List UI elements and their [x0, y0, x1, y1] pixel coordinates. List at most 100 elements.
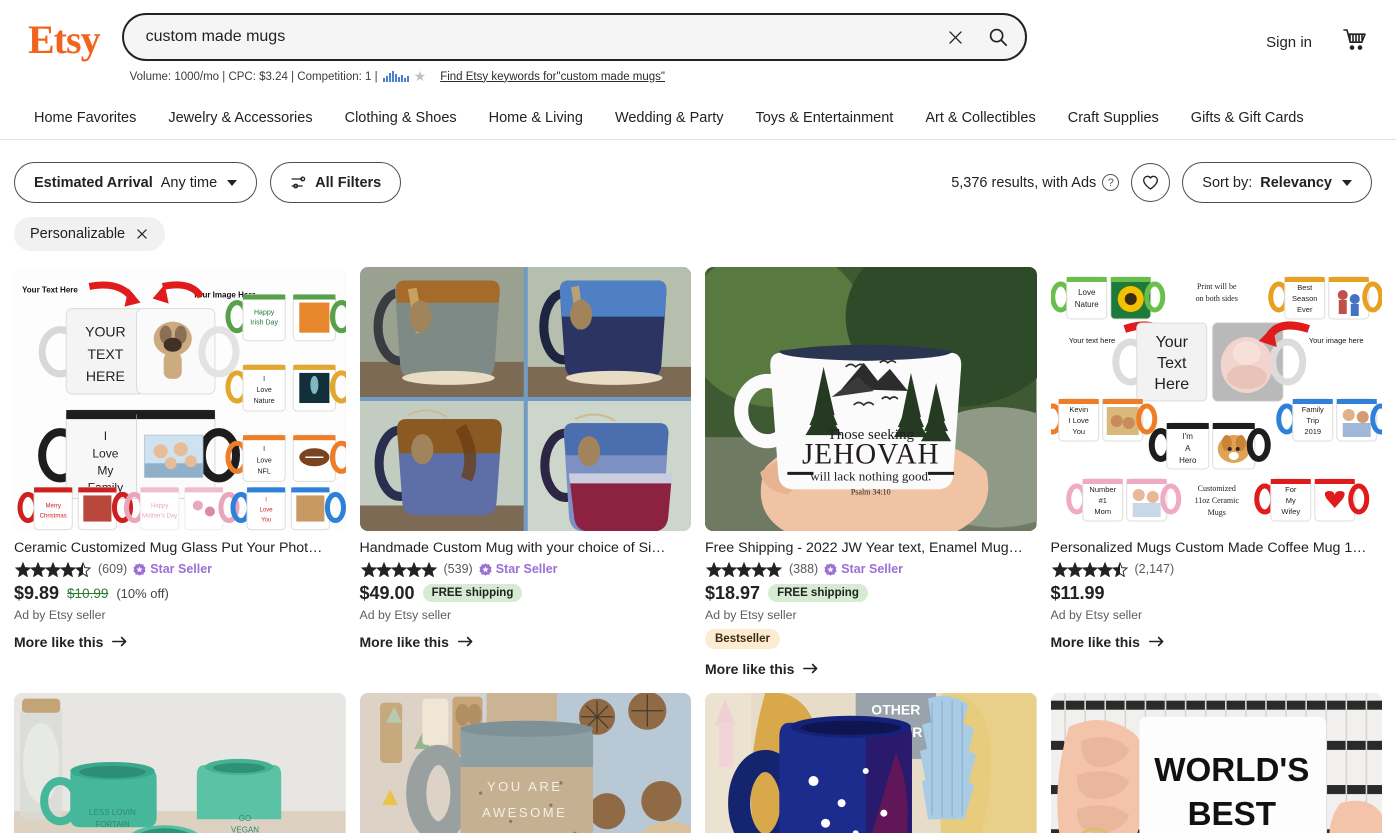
- nav-item-wedding-party[interactable]: Wedding & Party: [599, 102, 740, 134]
- star-seller-rosette-icon: [133, 563, 146, 576]
- filter-chip-personalizable[interactable]: Personalizable: [14, 217, 166, 251]
- product-image-jehovah-enamel-mug-in-hand[interactable]: Those seeking JEHOVAH will lack nothing …: [705, 267, 1037, 531]
- product-price-row: $11.99: [1051, 583, 1383, 604]
- more-like-this-link[interactable]: More like this: [360, 634, 474, 650]
- chevron-down-icon: [227, 179, 238, 186]
- chevron-down-icon: [1342, 179, 1352, 186]
- svg-text:WORLD'S: WORLD'S: [1154, 752, 1309, 789]
- product-image-worlds-best-mug[interactable]: WORLD'S BEST: [1050, 692, 1382, 833]
- nav-item-home-favorites[interactable]: Home Favorites: [18, 102, 152, 134]
- product-card[interactable]: Love Nature Print will be on both sides …: [1050, 267, 1383, 679]
- more-like-this-link[interactable]: More like this: [14, 634, 128, 650]
- product-title[interactable]: Personalized Mugs Custom Made Coffee Mug…: [1051, 540, 1383, 558]
- svg-text:Mugs: Mugs: [1207, 508, 1225, 517]
- svg-text:Wifey: Wifey: [1281, 507, 1300, 516]
- svg-text:I Love: I Love: [1068, 416, 1088, 425]
- product-card[interactable]: LESS LOVIN FORTAIN GO VEGAN: [14, 692, 346, 833]
- product-image-green-ceramic-mugs[interactable]: LESS LOVIN FORTAIN GO VEGAN: [14, 692, 346, 833]
- nav-item-craft-supplies[interactable]: Craft Supplies: [1052, 102, 1175, 134]
- product-title[interactable]: Handmade Custom Mug with your choice of …: [360, 540, 692, 558]
- more-like-this-link[interactable]: More like this: [1051, 634, 1165, 650]
- svg-text:Ever: Ever: [1297, 305, 1313, 314]
- svg-text:Irish Day: Irish Day: [250, 320, 278, 327]
- sort-by-label: Sort by:: [1202, 174, 1253, 191]
- etsy-logo[interactable]: Etsy: [28, 20, 101, 60]
- svg-text:2019: 2019: [1304, 427, 1321, 436]
- bestseller-badge: Bestseller: [705, 628, 780, 649]
- svg-text:YOUR: YOUR: [85, 324, 126, 340]
- filter-bar: Estimated Arrival Any time All Filters 5…: [0, 140, 1396, 203]
- search-input[interactable]: [145, 28, 935, 46]
- product-card[interactable]: YOU ARE AWESOME: [359, 692, 691, 833]
- svg-text:BEST: BEST: [1187, 796, 1275, 833]
- nav-item-gifts-gift-cards[interactable]: Gifts & Gift Cards: [1175, 102, 1320, 134]
- find-etsy-keywords-link[interactable]: Find Etsy keywords for"custom made mugs": [440, 71, 665, 83]
- product-rating: (609) Star Seller: [14, 561, 346, 577]
- svg-text:GO: GO: [239, 814, 251, 823]
- more-like-this-label: More like this: [14, 633, 104, 650]
- star-seller-badge: Star Seller: [133, 562, 212, 576]
- sliders-icon: [291, 176, 306, 189]
- sign-in-link[interactable]: Sign in: [1266, 34, 1312, 51]
- estimated-arrival-label: Estimated Arrival: [34, 174, 153, 191]
- filter-chip-label: Personalizable: [30, 226, 126, 242]
- svg-text:Psalm 34:10: Psalm 34:10: [851, 487, 891, 496]
- all-filters-button[interactable]: All Filters: [270, 162, 402, 203]
- save-search-button[interactable]: [1131, 163, 1171, 202]
- results-grid-row-1: Your Text Here YOUR TEXT HERE Your Image…: [0, 251, 1396, 679]
- star-seller-label: Star Seller: [841, 562, 904, 577]
- review-count: (609): [98, 562, 128, 577]
- svg-text:Love: Love: [257, 457, 272, 464]
- product-rating: (388) Star Seller: [705, 561, 1037, 577]
- cart-button[interactable]: [1342, 28, 1368, 57]
- product-card[interactable]: OTHER RE FOR: [705, 692, 1037, 833]
- product-card[interactable]: WORLD'S BEST: [1050, 692, 1382, 833]
- product-image-pottery-mug-quad-grid[interactable]: [359, 267, 691, 531]
- product-price: $11.99: [1050, 582, 1105, 603]
- results-count: 5,376 results, with Ads: [951, 174, 1097, 191]
- keyword-tool-bar: Volume: 1000/mo | CPC: $3.24 | Competiti…: [130, 68, 1027, 85]
- sort-by-dropdown[interactable]: Sort by: Relevancy: [1182, 162, 1372, 203]
- product-image-personalized-mug-collage[interactable]: Your Text Here YOUR TEXT HERE Your Image…: [14, 267, 346, 531]
- estimated-arrival-filter[interactable]: Estimated Arrival Any time: [14, 162, 258, 203]
- question-mark-icon[interactable]: ?: [1102, 174, 1120, 191]
- review-count: (539): [443, 562, 473, 577]
- nav-item-art-collectibles[interactable]: Art & Collectibles: [909, 102, 1051, 134]
- product-price: $49.00: [359, 582, 415, 603]
- more-like-this-label: More like this: [359, 633, 449, 650]
- star-seller-rosette-icon: [479, 563, 492, 576]
- svg-text:Love: Love: [257, 387, 272, 394]
- product-card[interactable]: Handmade Custom Mug with your choice of …: [359, 267, 692, 679]
- clear-search-button[interactable]: [935, 16, 977, 58]
- product-image-cobalt-blue-mug-tassels[interactable]: OTHER RE FOR: [705, 692, 1037, 833]
- arrow-right-icon: [1148, 636, 1164, 647]
- svg-text:My: My: [1285, 496, 1295, 505]
- estimated-arrival-value: Any time: [160, 174, 218, 191]
- svg-text:TEXT: TEXT: [87, 346, 123, 362]
- svg-text:LESS LOVIN: LESS LOVIN: [89, 808, 136, 817]
- svg-text:Your Text Here: Your Text Here: [22, 286, 78, 295]
- product-title[interactable]: Ceramic Customized Mug Glass Put Your Ph…: [14, 540, 346, 558]
- svg-text:Best: Best: [1297, 283, 1313, 292]
- star-rating-icon: [14, 561, 92, 577]
- product-card[interactable]: Those seeking JEHOVAH will lack nothing …: [705, 267, 1037, 679]
- svg-text:You: You: [1072, 427, 1085, 436]
- svg-text:I'm: I'm: [1182, 432, 1193, 441]
- search-submit-button[interactable]: [977, 16, 1019, 58]
- keyword-favorite-star-icon[interactable]: ★: [414, 68, 427, 85]
- product-image-custom-mug-collage-grid[interactable]: Love Nature Print will be on both sides …: [1050, 267, 1382, 531]
- site-header: Etsy Volume: 1000/mo | CPC: $3.24 | Comp…: [0, 0, 1396, 96]
- nav-item-jewelry-accessories[interactable]: Jewelry & Accessories: [152, 102, 328, 134]
- product-card[interactable]: Your Text Here YOUR TEXT HERE Your Image…: [14, 267, 346, 679]
- nav-item-clothing-shoes[interactable]: Clothing & Shoes: [329, 102, 473, 134]
- svg-text:Nature: Nature: [254, 398, 275, 405]
- nav-item-home-living[interactable]: Home & Living: [473, 102, 599, 134]
- nav-item-toys-entertainment[interactable]: Toys & Entertainment: [739, 102, 909, 134]
- search-box[interactable]: [121, 13, 1027, 61]
- product-image-you-are-awesome-stoneware-mug[interactable]: YOU ARE AWESOME: [359, 692, 691, 833]
- product-title[interactable]: Free Shipping - 2022 JW Year text, Ename…: [705, 540, 1037, 558]
- more-like-this-link[interactable]: More like this: [705, 661, 819, 677]
- close-icon[interactable]: [135, 227, 149, 241]
- svg-text:JEHOVAH: JEHOVAH: [802, 438, 940, 470]
- svg-text:You: You: [261, 518, 271, 524]
